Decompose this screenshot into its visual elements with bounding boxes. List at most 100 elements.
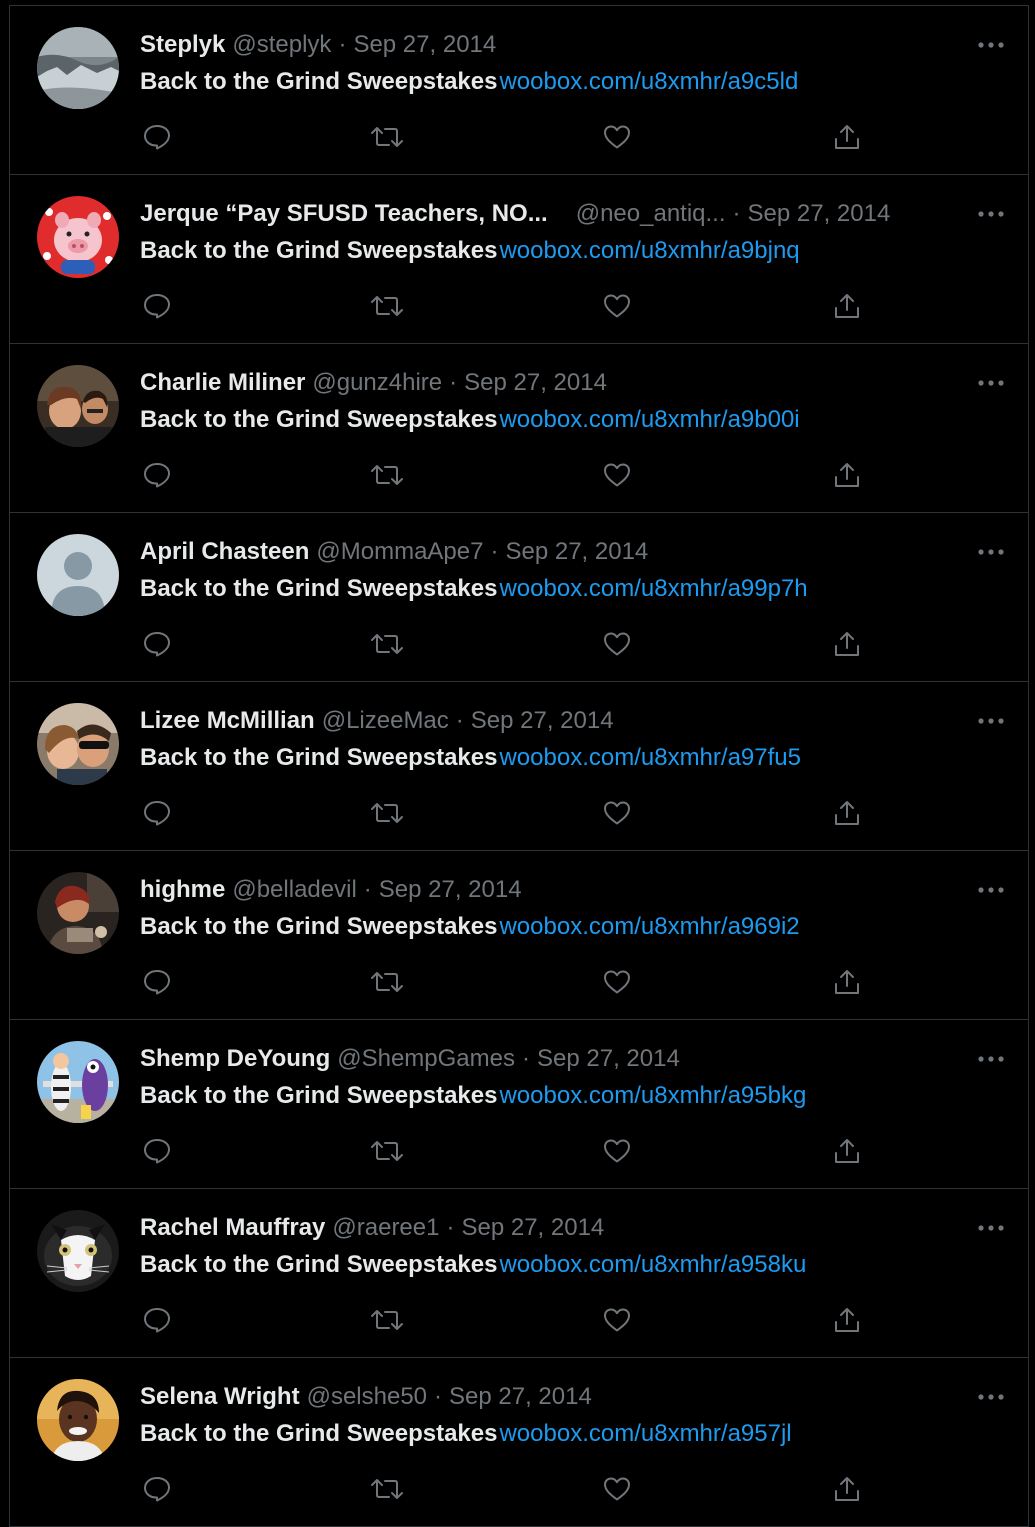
avatar[interactable] — [37, 1041, 119, 1123]
retweet-icon[interactable] — [370, 289, 404, 323]
more-options-icon[interactable] — [976, 370, 1006, 396]
share-icon[interactable] — [830, 458, 864, 492]
tweet[interactable]: Steplyk @steplyk · Sep 27, 2014 Back to … — [10, 6, 1028, 175]
retweet-icon[interactable] — [370, 458, 404, 492]
more-options-icon[interactable] — [976, 1046, 1006, 1072]
separator-dot: · — [446, 1214, 455, 1241]
tweet-link[interactable]: woobox.com/u8xmhr/a99p7h — [499, 575, 807, 602]
user-name[interactable]: Charlie Miliner — [140, 367, 305, 399]
reply-icon[interactable] — [140, 289, 174, 323]
user-handle[interactable]: @MommaApe7 — [316, 536, 483, 568]
avatar[interactable] — [37, 1210, 119, 1292]
avatar[interactable] — [37, 703, 119, 785]
reply-icon[interactable] — [140, 120, 174, 154]
share-icon[interactable] — [830, 1472, 864, 1506]
more-options-icon[interactable] — [976, 1384, 1006, 1410]
like-icon[interactable] — [600, 1303, 634, 1337]
tweet-link[interactable]: woobox.com/u8xmhr/a9c5ld — [499, 68, 798, 95]
tweet-date[interactable]: Sep 27, 2014 — [471, 705, 614, 737]
tweet-date[interactable]: Sep 27, 2014 — [379, 874, 522, 906]
user-name[interactable]: Lizee McMillian — [140, 705, 315, 737]
reply-icon[interactable] — [140, 796, 174, 830]
like-icon[interactable] — [600, 1134, 634, 1168]
tweet[interactable]: Rachel Mauffray @raeree1 · Sep 27, 2014 … — [10, 1189, 1028, 1358]
more-options-icon[interactable] — [976, 708, 1006, 734]
more-options-icon[interactable] — [976, 32, 1006, 58]
tweet-link[interactable]: woobox.com/u8xmhr/a957jl — [499, 1420, 791, 1447]
share-icon[interactable] — [830, 965, 864, 999]
user-name[interactable]: Rachel Mauffray — [140, 1212, 325, 1244]
user-handle[interactable]: @gunz4hire — [312, 367, 442, 399]
retweet-icon[interactable] — [370, 1303, 404, 1337]
retweet-icon[interactable] — [370, 120, 404, 154]
share-icon[interactable] — [830, 289, 864, 323]
retweet-icon[interactable] — [370, 965, 404, 999]
avatar[interactable] — [37, 196, 119, 278]
retweet-icon[interactable] — [370, 1134, 404, 1168]
tweet[interactable]: Selena Wright @selshe50 · Sep 27, 2014 B… — [10, 1358, 1028, 1527]
like-icon[interactable] — [600, 965, 634, 999]
tweet-date[interactable]: Sep 27, 2014 — [464, 367, 607, 399]
tweet[interactable]: Lizee McMillian @LizeeMac · Sep 27, 2014… — [10, 682, 1028, 851]
user-name[interactable]: Selena Wright — [140, 1381, 300, 1413]
tweet[interactable]: April Chasteen @MommaApe7 · Sep 27, 2014… — [10, 513, 1028, 682]
reply-icon[interactable] — [140, 965, 174, 999]
reply-icon[interactable] — [140, 1303, 174, 1337]
more-options-icon[interactable] — [976, 539, 1006, 565]
retweet-icon[interactable] — [370, 796, 404, 830]
user-handle[interactable]: @ShempGames — [337, 1043, 515, 1075]
retweet-icon[interactable] — [370, 627, 404, 661]
tweet-link[interactable]: woobox.com/u8xmhr/a9b00i — [499, 406, 799, 433]
share-icon[interactable] — [830, 1303, 864, 1337]
user-name[interactable]: Jerque “Pay SFUSD Teachers, NO... — [140, 198, 548, 230]
user-name[interactable]: April Chasteen — [140, 536, 309, 568]
user-handle[interactable]: @raeree1 — [332, 1212, 439, 1244]
avatar[interactable] — [37, 1379, 119, 1461]
avatar[interactable] — [37, 27, 119, 109]
retweet-icon[interactable] — [370, 1472, 404, 1506]
user-handle[interactable]: @belladevil — [232, 874, 356, 906]
more-options-icon[interactable] — [976, 1215, 1006, 1241]
like-icon[interactable] — [600, 796, 634, 830]
share-icon[interactable] — [830, 1134, 864, 1168]
like-icon[interactable] — [600, 120, 634, 154]
like-icon[interactable] — [600, 458, 634, 492]
like-icon[interactable] — [600, 627, 634, 661]
avatar[interactable] — [37, 534, 119, 616]
user-name[interactable]: Steplyk — [140, 29, 225, 61]
user-handle[interactable]: @steplyk — [232, 29, 331, 61]
reply-icon[interactable] — [140, 1134, 174, 1168]
avatar[interactable] — [37, 872, 119, 954]
tweet-date[interactable]: Sep 27, 2014 — [748, 198, 891, 230]
user-handle[interactable]: @LizeeMac — [322, 705, 449, 737]
reply-icon[interactable] — [140, 458, 174, 492]
tweet-link[interactable]: woobox.com/u8xmhr/a9bjnq — [499, 237, 799, 264]
more-options-icon[interactable] — [976, 877, 1006, 903]
share-icon[interactable] — [830, 796, 864, 830]
user-handle[interactable]: @neo_antiq... — [576, 198, 726, 230]
like-icon[interactable] — [600, 1472, 634, 1506]
user-handle[interactable]: @selshe50 — [307, 1381, 427, 1413]
tweet-date[interactable]: Sep 27, 2014 — [461, 1212, 604, 1244]
tweet[interactable]: Charlie Miliner @gunz4hire · Sep 27, 201… — [10, 344, 1028, 513]
tweet-link[interactable]: woobox.com/u8xmhr/a969i2 — [499, 913, 799, 940]
tweet[interactable]: Jerque “Pay SFUSD Teachers, NO... @neo_a… — [10, 175, 1028, 344]
tweet[interactable]: Shemp DeYoung @ShempGames · Sep 27, 2014… — [10, 1020, 1028, 1189]
tweet-link[interactable]: woobox.com/u8xmhr/a958ku — [499, 1251, 806, 1278]
tweet-date[interactable]: Sep 27, 2014 — [353, 29, 496, 61]
share-icon[interactable] — [830, 120, 864, 154]
reply-icon[interactable] — [140, 627, 174, 661]
tweet-link[interactable]: woobox.com/u8xmhr/a97fu5 — [499, 744, 801, 771]
like-icon[interactable] — [600, 289, 634, 323]
tweet[interactable]: highme @belladevil · Sep 27, 2014 Back t… — [10, 851, 1028, 1020]
share-icon[interactable] — [830, 627, 864, 661]
tweet-date[interactable]: Sep 27, 2014 — [449, 1381, 592, 1413]
user-name[interactable]: Shemp DeYoung — [140, 1043, 330, 1075]
more-options-icon[interactable] — [976, 201, 1006, 227]
reply-icon[interactable] — [140, 1472, 174, 1506]
user-name[interactable]: highme — [140, 874, 225, 906]
tweet-date[interactable]: Sep 27, 2014 — [537, 1043, 680, 1075]
tweet-date[interactable]: Sep 27, 2014 — [505, 536, 648, 568]
avatar[interactable] — [37, 365, 119, 447]
tweet-link[interactable]: woobox.com/u8xmhr/a95bkg — [499, 1082, 806, 1109]
